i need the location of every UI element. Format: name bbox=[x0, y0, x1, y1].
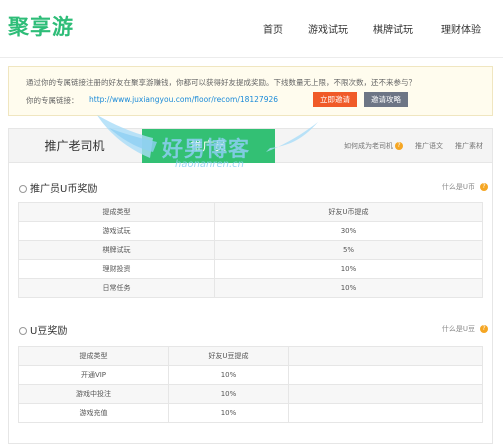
how-to-become-veteran-label: 如何成为老司机 bbox=[344, 142, 393, 150]
commission-rate-cell: 5% bbox=[214, 240, 483, 260]
column-header: 好友U豆提成 bbox=[168, 346, 289, 366]
promotion-panel: 推广老司机 推广员 如何成为老司机? 推广语文 推广素材 推广员U币奖励 什么是… bbox=[8, 128, 493, 444]
help-icon: ? bbox=[395, 142, 403, 150]
radio-circle-icon bbox=[19, 327, 27, 335]
empty-cell bbox=[288, 403, 483, 423]
commission-type-cell: 游戏中投注 bbox=[18, 384, 169, 404]
commission-type-cell: 日常任务 bbox=[18, 278, 215, 298]
table-row: 日常任务 10% bbox=[18, 278, 483, 298]
commission-rate-cell: 10% bbox=[168, 403, 289, 423]
table-row: 棋牌试玩 5% bbox=[18, 240, 483, 260]
commission-type-cell: 理财投资 bbox=[18, 259, 215, 279]
commission-type-cell: 游戏试玩 bbox=[18, 221, 215, 241]
what-is-ucoin-text: 什么是U币 bbox=[441, 183, 475, 191]
commission-type-cell: 开通VIP bbox=[18, 365, 169, 385]
table-row: 理财投资 10% bbox=[18, 259, 483, 279]
table-header-row: 提成类型 好友U豆提成 bbox=[18, 346, 483, 366]
table-header-row: 提成类型 好友U币提成 bbox=[18, 202, 483, 222]
commission-rate-cell: 30% bbox=[214, 221, 483, 241]
commission-type-cell: 游戏充值 bbox=[18, 403, 169, 423]
watermark-subtext: haonanren.cn bbox=[175, 159, 245, 170]
promo-material-link[interactable]: 推广素材 bbox=[455, 141, 483, 151]
table-row: 开通VIP 10% bbox=[18, 365, 483, 385]
table-row: 游戏试玩 30% bbox=[18, 221, 483, 241]
referral-link-label: 你的专属链接： bbox=[26, 96, 79, 105]
column-header: 提成类型 bbox=[18, 346, 169, 366]
help-icon: ? bbox=[480, 183, 488, 191]
referral-info-box: 通过你的专属链接注册的好友在聚享游赚钱，你都可以获得好友提成奖励。下线数量无上限… bbox=[8, 66, 493, 116]
table-row: 游戏中投注 10% bbox=[18, 384, 483, 404]
empty-cell bbox=[288, 365, 483, 385]
invite-now-button[interactable]: 立即邀请 bbox=[313, 92, 357, 107]
ucoin-table: 提成类型 好友U币提成 游戏试玩 30% 棋牌试玩 5% 理财投资 10% 日常… bbox=[18, 202, 483, 298]
commission-rate-cell: 10% bbox=[168, 384, 289, 404]
nav-home[interactable]: 首页 bbox=[263, 21, 283, 36]
commission-type-cell: 棋牌试玩 bbox=[18, 240, 215, 260]
what-is-ucoin-link[interactable]: 什么是U币? bbox=[442, 182, 488, 192]
ucoin-title-text: 推广员U币奖励 bbox=[30, 184, 98, 195]
commission-rate-cell: 10% bbox=[214, 259, 483, 279]
tab-bar: 推广老司机 推广员 如何成为老司机? 推广语文 推广素材 bbox=[9, 129, 492, 163]
ucoin-section-title: 推广员U币奖励 bbox=[19, 180, 97, 195]
nav-finance[interactable]: 理财体验 bbox=[441, 21, 481, 36]
ubean-section-title: U豆奖励 bbox=[19, 322, 67, 337]
help-icon: ? bbox=[480, 325, 488, 333]
column-header: 好友U币提成 bbox=[214, 202, 483, 222]
promo-copy-link[interactable]: 推广语文 bbox=[415, 141, 443, 151]
top-header: 聚享游 首页 游戏试玩 棋牌试玩 理财体验 bbox=[0, 0, 503, 58]
invite-strategy-button[interactable]: 邀请攻略 bbox=[364, 92, 408, 107]
site-logo[interactable]: 聚享游 bbox=[8, 11, 74, 41]
ubean-table: 提成类型 好友U豆提成 开通VIP 10% 游戏中投注 10% 游戏充值 10% bbox=[18, 346, 483, 423]
empty-cell bbox=[288, 384, 483, 404]
referral-link-url[interactable]: http://www.juxiangyou.com/floor/recom/18… bbox=[89, 95, 278, 104]
watermark-wings-right-icon bbox=[266, 122, 318, 152]
what-is-ubean-link[interactable]: 什么是U豆? bbox=[442, 324, 488, 334]
column-header: 提成类型 bbox=[18, 202, 215, 222]
nav-chess-trial[interactable]: 棋牌试玩 bbox=[373, 21, 413, 36]
radio-circle-icon bbox=[19, 185, 27, 193]
nav-game-trial[interactable]: 游戏试玩 bbox=[308, 21, 348, 36]
table-row: 游戏充值 10% bbox=[18, 403, 483, 423]
what-is-ubean-text: 什么是U豆 bbox=[441, 325, 475, 333]
referral-description: 通过你的专属链接注册的好友在聚享游赚钱，你都可以获得好友提成奖励。下线数量无上限… bbox=[26, 78, 416, 87]
commission-rate-cell: 10% bbox=[168, 365, 289, 385]
how-to-become-veteran-link[interactable]: 如何成为老司机? bbox=[344, 141, 403, 151]
empty-column-header bbox=[288, 346, 483, 366]
ubean-title-text: U豆奖励 bbox=[30, 326, 68, 337]
commission-rate-cell: 10% bbox=[214, 278, 483, 298]
